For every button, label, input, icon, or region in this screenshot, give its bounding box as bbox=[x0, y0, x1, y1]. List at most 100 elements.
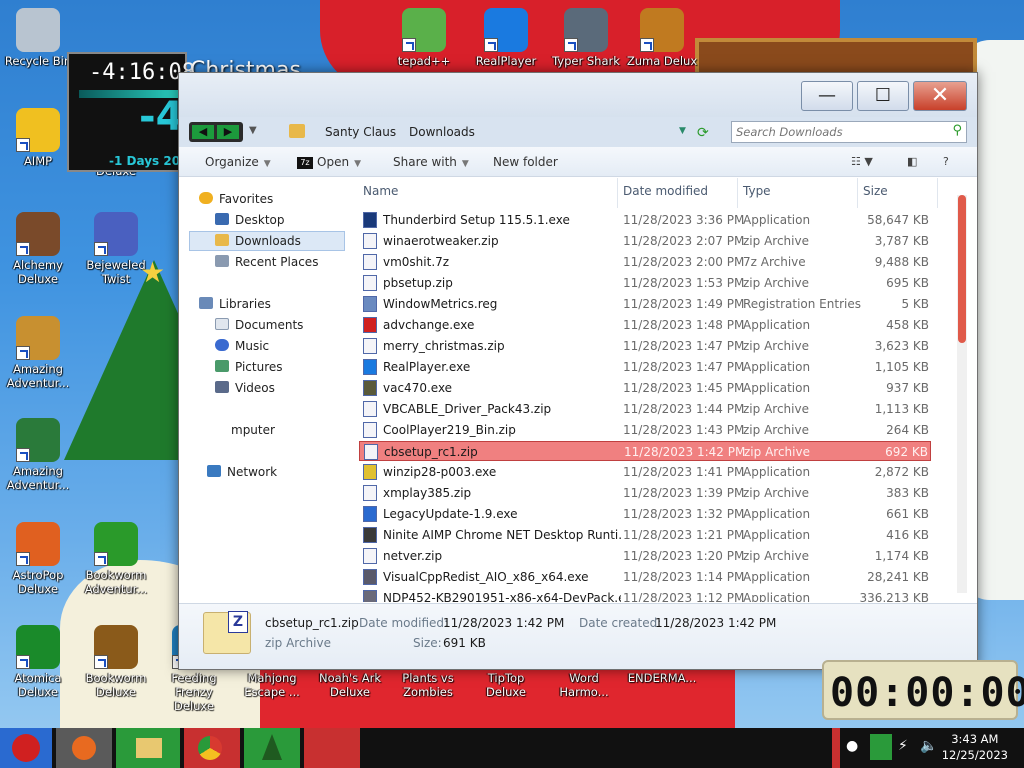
nav-computer[interactable]: mputer bbox=[231, 423, 275, 437]
taskbar-explorer[interactable] bbox=[116, 728, 180, 768]
nav-documents[interactable]: Documents bbox=[215, 318, 303, 332]
nav-pictures[interactable]: Pictures bbox=[215, 360, 283, 374]
countdown-clock-widget[interactable]: -4:16:08 -4 -1 Days 20 bbox=[67, 52, 195, 172]
nav-videos[interactable]: Videos bbox=[215, 381, 275, 395]
taskbar-tree-app[interactable] bbox=[244, 728, 300, 768]
taskbar-tray-handle[interactable] bbox=[832, 728, 840, 768]
nav-downloads[interactable]: Downloads bbox=[189, 231, 345, 251]
music-icon bbox=[215, 339, 229, 351]
desktop-icon-label: Recycle Bin bbox=[4, 54, 72, 68]
file-row[interactable]: pbsetup.zip 11/28/2023 1:53 PM zip Archive… bbox=[359, 273, 931, 293]
file-row[interactable]: VisualCppRedist_AIO_x86_x64.exe 11/28/202… bbox=[359, 567, 931, 587]
vertical-scrollbar[interactable] bbox=[957, 195, 967, 593]
taskbar-firefox[interactable] bbox=[56, 728, 112, 768]
nav-music[interactable]: Music bbox=[215, 339, 269, 353]
column-header-name[interactable]: Name bbox=[363, 184, 398, 198]
start-button[interactable] bbox=[0, 728, 52, 768]
file-row[interactable]: NDP452-KB2901951-x86-x64-DevPack.exe 11/2… bbox=[359, 588, 931, 602]
file-type: zip Archive bbox=[743, 486, 809, 500]
minimize-button[interactable]: — bbox=[801, 81, 853, 111]
file-row[interactable]: advchange.exe 11/28/2023 1:48 PM Applicati… bbox=[359, 315, 931, 335]
search-icon[interactable]: ⚲ bbox=[952, 123, 962, 138]
file-type: zip Archive bbox=[743, 234, 809, 248]
title-bar[interactable]: — ☐ ✕ bbox=[179, 73, 977, 117]
desktop-icon-8[interactable]: Bookworm Adventur... bbox=[78, 522, 154, 596]
system-clock[interactable]: 3:43 AM 12/25/2023 bbox=[942, 731, 1008, 763]
refresh-icon[interactable]: ⟳ bbox=[697, 125, 709, 141]
nav-favorites[interactable]: Favorites bbox=[199, 192, 273, 206]
search-box[interactable]: ⚲ bbox=[731, 121, 967, 143]
column-separator[interactable] bbox=[937, 178, 938, 208]
taskbar-chrome[interactable] bbox=[184, 728, 240, 768]
nav-recent-places[interactable]: Recent Places bbox=[215, 255, 318, 269]
file-row[interactable]: vm0shit.7z 11/28/2023 2:00 PM 7z Archive 9,… bbox=[359, 252, 931, 272]
file-row[interactable]: RealPlayer.exe 11/28/2023 1:47 PM Applicat… bbox=[359, 357, 931, 377]
file-date: 11/28/2023 2:07 PM bbox=[623, 234, 745, 248]
share-with-button[interactable]: Share with ▼ bbox=[393, 155, 469, 169]
desktop-icon-18[interactable]: RealPlayer bbox=[468, 8, 544, 68]
column-separator[interactable] bbox=[737, 178, 738, 208]
close-button[interactable]: ✕ bbox=[913, 81, 967, 111]
file-row[interactable]: CoolPlayer219_Bin.zip 11/28/2023 1:43 PM z… bbox=[359, 420, 931, 440]
column-separator[interactable] bbox=[857, 178, 858, 208]
file-row[interactable]: winzip28-p003.exe 11/28/2023 1:41 PM Appli… bbox=[359, 462, 931, 482]
file-type: Application bbox=[743, 381, 811, 395]
nav-network[interactable]: Network bbox=[207, 465, 277, 479]
desktop-icon-6[interactable]: Atomica Deluxe bbox=[0, 625, 76, 699]
nav-desktop[interactable]: Desktop bbox=[215, 213, 285, 227]
desktop-icon-9[interactable]: Bookworm Deluxe bbox=[78, 625, 154, 699]
file-type: Application bbox=[743, 591, 811, 602]
chevron-down-icon: ▼ bbox=[354, 159, 361, 169]
column-header-date[interactable]: Date modified bbox=[623, 184, 708, 198]
maximize-button[interactable]: ☐ bbox=[857, 81, 909, 111]
desktop-icon-20[interactable]: Zuma Delux bbox=[624, 8, 700, 68]
column-header-size[interactable]: Size bbox=[863, 184, 888, 198]
preview-pane-icon[interactable]: ◧ bbox=[907, 155, 917, 168]
column-separator[interactable] bbox=[617, 178, 618, 208]
nav-libraries[interactable]: Libraries bbox=[199, 297, 271, 311]
desktop-icon-1[interactable]: AIMP bbox=[0, 108, 76, 168]
address-bar[interactable]: Santy Claus Downloads bbox=[281, 121, 721, 143]
volume-icon[interactable]: 🔈 bbox=[920, 738, 937, 754]
desktop-icon-17[interactable]: tepad++ bbox=[386, 8, 462, 68]
new-folder-button[interactable]: New folder bbox=[493, 155, 558, 169]
file-type-icon bbox=[363, 548, 377, 564]
file-row[interactable]: netver.zip 11/28/2023 1:20 PM zip Archive 1… bbox=[359, 546, 931, 566]
file-row[interactable]: winaerotweaker.zip 11/28/2023 2:07 PM zip … bbox=[359, 231, 931, 251]
file-row[interactable]: VBCABLE_Driver_Pack43.zip 11/28/2023 1:44… bbox=[359, 399, 931, 419]
back-button[interactable]: ◀ bbox=[192, 125, 214, 139]
organize-label: Organize bbox=[205, 155, 259, 169]
forward-button[interactable]: ▶ bbox=[217, 125, 239, 139]
file-row[interactable]: Ninite AIMP Chrome NET Desktop Runti... 1… bbox=[359, 525, 931, 545]
file-row[interactable]: merry_christmas.zip 11/28/2023 1:47 PM zip… bbox=[359, 336, 931, 356]
desktop-icon-5[interactable]: AstroPop Deluxe bbox=[0, 522, 76, 596]
taskbar: ● ⚡ 🔈 3:43 AM 12/25/2023 bbox=[0, 728, 1024, 768]
organize-button[interactable]: Organize ▼ bbox=[205, 155, 271, 169]
desktop-icon-19[interactable]: Typer Shark bbox=[548, 8, 624, 68]
recent-pages-dropdown[interactable]: ▼ bbox=[249, 125, 257, 136]
help-icon[interactable]: ? bbox=[943, 155, 949, 168]
file-row[interactable]: xmplay385.zip 11/28/2023 1:39 PM zip Archi… bbox=[359, 483, 931, 503]
view-options-icon[interactable]: ☷ ▼ bbox=[851, 155, 873, 168]
file-size: 1,105 KB bbox=[874, 360, 929, 374]
tray-flag-icon[interactable] bbox=[870, 734, 892, 760]
network-tray-icon[interactable]: ⚡ bbox=[898, 738, 908, 754]
desktop-icon-0[interactable]: Recycle Bin bbox=[0, 8, 76, 68]
file-row[interactable]: cbsetup_rc1.zip 11/28/2023 1:42 PM zip Arc… bbox=[359, 441, 931, 461]
stopwatch-widget[interactable]: 00:00:00 bbox=[822, 660, 1024, 720]
open-button[interactable]: 7z Open ▼ bbox=[297, 155, 361, 169]
scrollbar-thumb[interactable] bbox=[958, 195, 966, 343]
file-size: 416 KB bbox=[886, 528, 929, 542]
column-header-type[interactable]: Type bbox=[743, 184, 771, 198]
breadcrumb-downloads[interactable]: Downloads bbox=[409, 125, 475, 139]
search-input[interactable] bbox=[736, 124, 936, 140]
taskbar-app-5[interactable] bbox=[304, 728, 360, 768]
file-row[interactable]: WindowMetrics.reg 11/28/2023 1:49 PM Regis… bbox=[359, 294, 931, 314]
address-dropdown-icon[interactable]: ▼ bbox=[679, 126, 686, 136]
file-row[interactable]: LegacyUpdate-1.9.exe 11/28/2023 1:32 PM Ap… bbox=[359, 504, 931, 524]
file-type: zip Archive bbox=[744, 445, 810, 459]
breadcrumb-santy-claus[interactable]: Santy Claus bbox=[325, 125, 396, 139]
tray-dot-icon[interactable]: ● bbox=[846, 738, 858, 754]
file-row[interactable]: vac470.exe 11/28/2023 1:45 PM Application 9… bbox=[359, 378, 931, 398]
file-row[interactable]: Thunderbird Setup 115.5.1.exe 11/28/2023 … bbox=[359, 210, 931, 230]
